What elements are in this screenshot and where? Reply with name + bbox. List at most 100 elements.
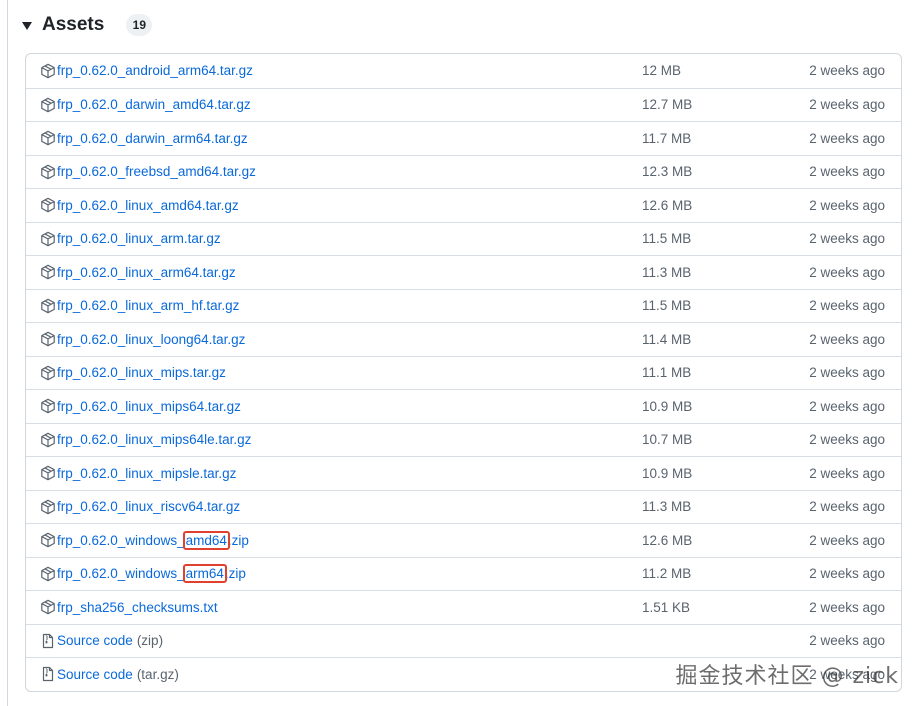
- asset-download-link[interactable]: frp_0.62.0_linux_mipsle.tar.gz: [57, 466, 236, 481]
- asset-size: 12.6 MB: [642, 197, 693, 213]
- asset-date: 2 weeks ago: [809, 197, 885, 213]
- asset-list: frp_0.62.0_android_arm64.tar.gz 12 MB 2 we…: [25, 53, 902, 692]
- asset-size: 11.1 MB: [642, 365, 692, 381]
- asset-date: 2 weeks ago: [809, 532, 885, 548]
- package-icon: [40, 264, 56, 280]
- asset-name-part: frp_0.62.0_windows_: [57, 566, 185, 582]
- package-icon: [40, 197, 56, 213]
- asset-name: Source code: [57, 633, 133, 649]
- asset-name-cell: frp_0.62.0_linux_mipsle.tar.gz: [40, 457, 236, 490]
- asset-download-link[interactable]: frp_0.62.0_linux_mips64.tar.gz: [57, 399, 241, 414]
- asset-date: 2 weeks ago: [809, 499, 885, 515]
- asset-date: 2 weeks ago: [809, 566, 885, 582]
- asset-date: 2 weeks ago: [809, 231, 885, 247]
- asset-size: 10.9 MB: [642, 398, 693, 414]
- asset-download-link[interactable]: frp_0.62.0_linux_arm64.tar.gz: [57, 265, 236, 280]
- asset-name: frp_0.62.0_freebsd_amd64.tar.gz: [57, 164, 256, 180]
- asset-download-link[interactable]: frp_0.62.0_darwin_arm64.tar.gz: [57, 131, 248, 146]
- asset-name-cell: frp_0.62.0_linux_riscv64.tar.gz: [40, 491, 240, 524]
- asset-date: 2 weeks ago: [809, 465, 885, 481]
- asset-name-cell: frp_0.62.0_linux_loong64.tar.gz: [40, 323, 245, 356]
- asset-download-link[interactable]: frp_0.62.0_windows_amd64.zip: [57, 530, 249, 550]
- asset-download-link[interactable]: frp_0.62.0_linux_amd64.tar.gz: [57, 198, 239, 213]
- asset-date: 2 weeks ago: [809, 264, 885, 280]
- asset-name-cell: frp_0.62.0_darwin_arm64.tar.gz: [40, 122, 248, 155]
- package-icon: [40, 599, 56, 615]
- asset-download-link[interactable]: Source code (zip): [57, 633, 163, 648]
- asset-download-link[interactable]: frp_0.62.0_darwin_amd64.tar.gz: [57, 97, 251, 112]
- asset-date: 2 weeks ago: [809, 331, 885, 347]
- asset-name-cell: frp_0.62.0_freebsd_amd64.tar.gz: [40, 156, 256, 189]
- asset-name-highlight: amd64: [182, 530, 230, 550]
- asset-row: frp_0.62.0_linux_amd64.tar.gz 12.6 MB 2 we…: [26, 188, 901, 222]
- asset-name: frp_0.62.0_linux_mips.tar.gz: [57, 365, 226, 381]
- asset-date: 2 weeks ago: [809, 398, 885, 414]
- package-icon: [40, 566, 56, 582]
- asset-name-highlight: arm64: [182, 564, 227, 584]
- asset-name: frp_0.62.0_linux_loong64.tar.gz: [57, 331, 246, 347]
- asset-name-cell: frp_0.62.0_darwin_amd64.tar.gz: [40, 89, 251, 122]
- asset-size: 10.9 MB: [642, 465, 693, 481]
- asset-download-link[interactable]: frp_0.62.0_linux_mips.tar.gz: [57, 365, 226, 380]
- asset-download-link[interactable]: frp_0.62.0_android_arm64.tar.gz: [57, 63, 253, 78]
- asset-row: frp_0.62.0_linux_mipsle.tar.gz 10.9 MB 2 w…: [26, 456, 901, 490]
- file-zip-icon: [40, 666, 56, 682]
- asset-row: frp_0.62.0_linux_arm.tar.gz 11.5 MB 2 week…: [26, 221, 901, 256]
- package-icon: [40, 465, 56, 481]
- asset-download-link[interactable]: Source code (tar.gz): [57, 667, 179, 682]
- assets-title: Assets: [42, 14, 105, 35]
- asset-date: 2 weeks ago: [809, 130, 885, 146]
- asset-name: frp_0.62.0_linux_amd64.tar.gz: [57, 197, 239, 213]
- asset-name-part: .zip: [227, 532, 249, 548]
- asset-name: frp_0.62.0_linux_mips64.tar.gz: [57, 398, 241, 414]
- asset-row: frp_0.62.0_darwin_amd64.tar.gz 12.7 MB 2 w…: [26, 87, 901, 122]
- package-icon: [40, 331, 56, 347]
- asset-row: frp_0.62.0_linux_mips64.tar.gz 10.9 MB 2 w…: [26, 389, 901, 423]
- package-icon: [40, 130, 56, 146]
- asset-name: frp_0.62.0_darwin_arm64.tar.gz: [57, 130, 248, 146]
- asset-size: 1.51 KB: [642, 599, 691, 615]
- asset-name: frp_sha256_checksums.txt: [57, 599, 218, 615]
- asset-download-link[interactable]: frp_0.62.0_linux_arm_hf.tar.gz: [57, 298, 239, 313]
- asset-download-link[interactable]: frp_sha256_checksums.txt: [57, 600, 218, 615]
- asset-name-part: frp_0.62.0_windows_: [57, 532, 185, 548]
- asset-row: frp_0.62.0_windows_arm64.zip 11.2 MB 2 wee…: [26, 556, 901, 591]
- asset-name-part: .zip: [224, 566, 246, 582]
- asset-row: frp_0.62.0_windows_amd64.zip 12.6 MB 2 wee…: [26, 523, 901, 557]
- package-icon: [40, 298, 56, 314]
- asset-download-link[interactable]: frp_0.62.0_linux_arm.tar.gz: [57, 231, 221, 246]
- asset-name-cell: frp_0.62.0_linux_amd64.tar.gz: [40, 189, 239, 222]
- asset-date: 2 weeks ago: [809, 97, 885, 113]
- source-code-format: (tar.gz): [136, 666, 179, 682]
- package-icon: [40, 97, 56, 113]
- asset-row: frp_0.62.0_linux_loong64.tar.gz 11.4 MB 2 …: [26, 322, 901, 356]
- asset-row: Source code (zip) 2 weeks ago: [26, 623, 901, 658]
- asset-name-cell: frp_sha256_checksums.txt: [40, 591, 218, 624]
- asset-name: frp_0.62.0_android_arm64.tar.gz: [57, 63, 253, 79]
- asset-date: 2 weeks ago: [809, 633, 885, 649]
- package-icon: [40, 365, 56, 381]
- package-icon: [40, 499, 56, 515]
- asset-name-cell: frp_0.62.0_linux_arm64.tar.gz: [40, 256, 236, 289]
- asset-size: 11.3 MB: [642, 499, 692, 515]
- left-border: [7, 0, 8, 706]
- asset-size: 10.7 MB: [642, 432, 693, 448]
- asset-name-cell: frp_0.62.0_linux_mips.tar.gz: [40, 357, 226, 390]
- asset-name: frp_0.62.0_linux_arm.tar.gz: [57, 231, 221, 247]
- asset-size: 12.6 MB: [642, 532, 693, 548]
- package-icon: [40, 432, 56, 448]
- assets-header[interactable]: Assets 19: [22, 10, 153, 40]
- asset-name: frp_0.62.0_linux_riscv64.tar.gz: [57, 499, 241, 515]
- asset-name-cell: frp_0.62.0_linux_arm.tar.gz: [40, 223, 221, 256]
- asset-download-link[interactable]: frp_0.62.0_linux_mips64le.tar.gz: [57, 432, 251, 447]
- asset-download-link[interactable]: frp_0.62.0_linux_loong64.tar.gz: [57, 332, 245, 347]
- asset-download-link[interactable]: frp_0.62.0_linux_riscv64.tar.gz: [57, 499, 240, 514]
- asset-download-link[interactable]: frp_0.62.0_freebsd_amd64.tar.gz: [57, 164, 256, 179]
- asset-name: frp_0.62.0_linux_arm64.tar.gz: [57, 264, 236, 280]
- asset-size: 12 MB: [642, 63, 682, 79]
- asset-download-link[interactable]: frp_0.62.0_windows_arm64.zip: [57, 564, 246, 584]
- caret-down-icon[interactable]: [22, 22, 32, 30]
- asset-name-cell: Source code (tar.gz): [40, 658, 179, 691]
- asset-name-cell: frp_0.62.0_linux_mips64.tar.gz: [40, 390, 241, 423]
- asset-name-cell: Source code (zip): [40, 625, 163, 658]
